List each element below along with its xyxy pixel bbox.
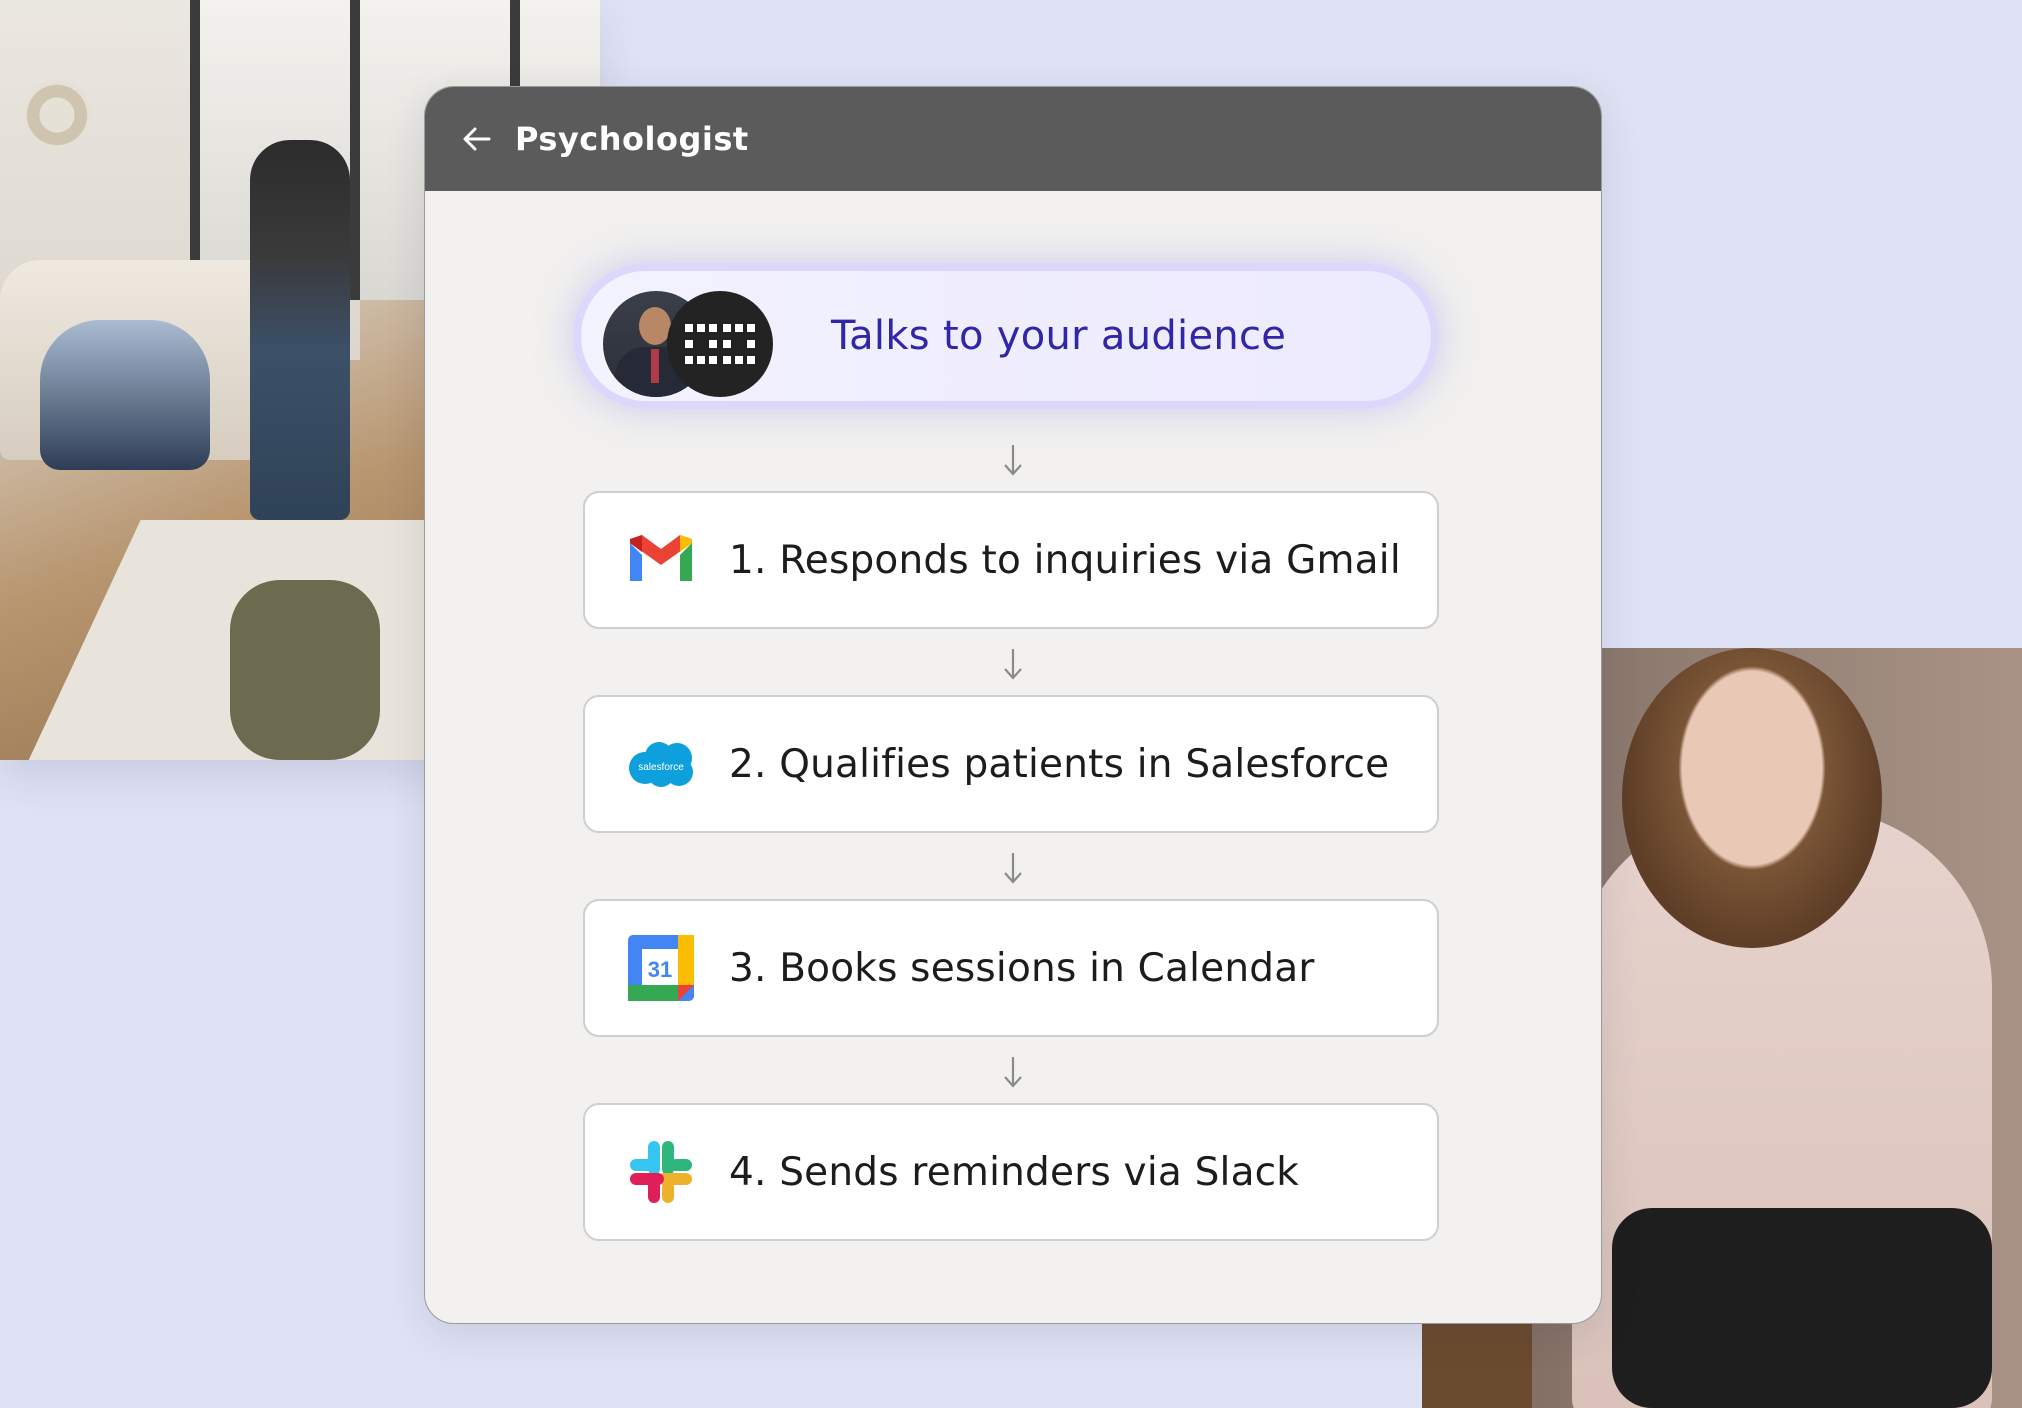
flow-arrow-icon xyxy=(993,851,1033,891)
slack-icon xyxy=(627,1138,695,1206)
back-arrow-icon[interactable] xyxy=(459,121,495,157)
audio-wave-icon xyxy=(1323,305,1405,381)
card-header: Psychologist xyxy=(425,87,1601,191)
agent-tagline: Talks to your audience xyxy=(831,313,1287,359)
calendar-day-text: 31 xyxy=(648,957,672,982)
step-gmail[interactable]: 1. Responds to inquiries via Gmail xyxy=(583,491,1439,629)
page-title: Psychologist xyxy=(515,120,749,158)
salesforce-logo-text: salesforce xyxy=(638,762,684,773)
gmail-icon xyxy=(627,526,695,594)
step-label: 3. Books sessions in Calendar xyxy=(729,945,1315,991)
flow-arrow-icon xyxy=(993,647,1033,687)
step-salesforce[interactable]: salesforce 2. Qualifies patients in Sale… xyxy=(583,695,1439,833)
step-label: 1. Responds to inquiries via Gmail xyxy=(729,537,1401,583)
salesforce-icon: salesforce xyxy=(627,730,695,798)
google-calendar-icon: 31 xyxy=(627,934,695,1002)
agent-pill[interactable]: Talks to your audience xyxy=(573,263,1439,409)
step-calendar[interactable]: 31 3. Books sessions in Calendar xyxy=(583,899,1439,1037)
flow-arrow-icon xyxy=(993,1055,1033,1095)
flow-arrow-icon xyxy=(993,443,1033,483)
step-slack[interactable]: 4. Sends reminders via Slack xyxy=(583,1103,1439,1241)
step-label: 4. Sends reminders via Slack xyxy=(729,1149,1300,1195)
workflow-card: Psychologist Talks to your audience 1. R… xyxy=(424,86,1602,1324)
step-label: 2. Qualifies patients in Salesforce xyxy=(729,741,1390,787)
bot-avatar-icon xyxy=(667,291,773,397)
